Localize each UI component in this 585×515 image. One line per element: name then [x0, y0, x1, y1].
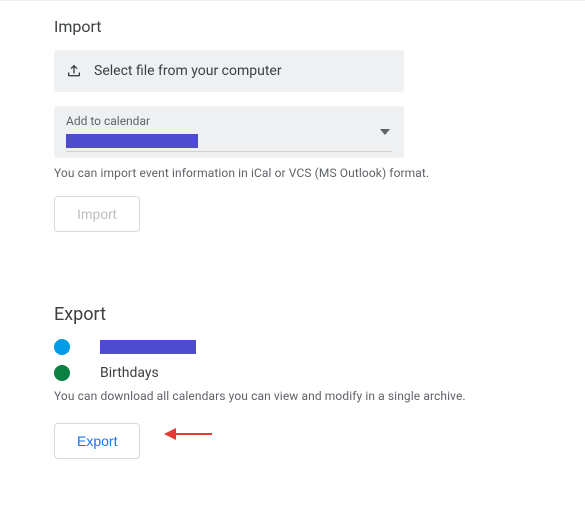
calendar-row: Birthdays	[54, 365, 585, 381]
calendar-row	[54, 339, 585, 355]
export-section-title: Export	[54, 304, 585, 325]
export-help-text: You can download all calendars you can v…	[54, 389, 585, 403]
calendar-color-dot	[54, 365, 70, 381]
calendar-color-dot	[54, 339, 70, 355]
select-underline	[66, 151, 392, 152]
import-button-label: Import	[77, 206, 117, 222]
import-section-title: Import	[54, 17, 585, 36]
upload-icon	[66, 63, 82, 79]
select-file-label: Select file from your computer	[94, 63, 282, 79]
import-help-text: You can import event information in iCal…	[54, 166, 585, 180]
selected-calendar-redacted	[66, 134, 198, 148]
chevron-down-icon	[380, 129, 390, 135]
import-button[interactable]: Import	[54, 196, 140, 232]
export-button[interactable]: Export	[54, 423, 140, 459]
calendar-label-redacted	[100, 340, 196, 354]
export-button-label: Export	[77, 433, 117, 449]
select-file-button[interactable]: Select file from your computer	[54, 50, 404, 92]
add-to-calendar-select[interactable]: Add to calendar	[54, 106, 404, 158]
calendar-label: Birthdays	[100, 365, 159, 381]
add-to-calendar-label: Add to calendar	[66, 114, 392, 128]
